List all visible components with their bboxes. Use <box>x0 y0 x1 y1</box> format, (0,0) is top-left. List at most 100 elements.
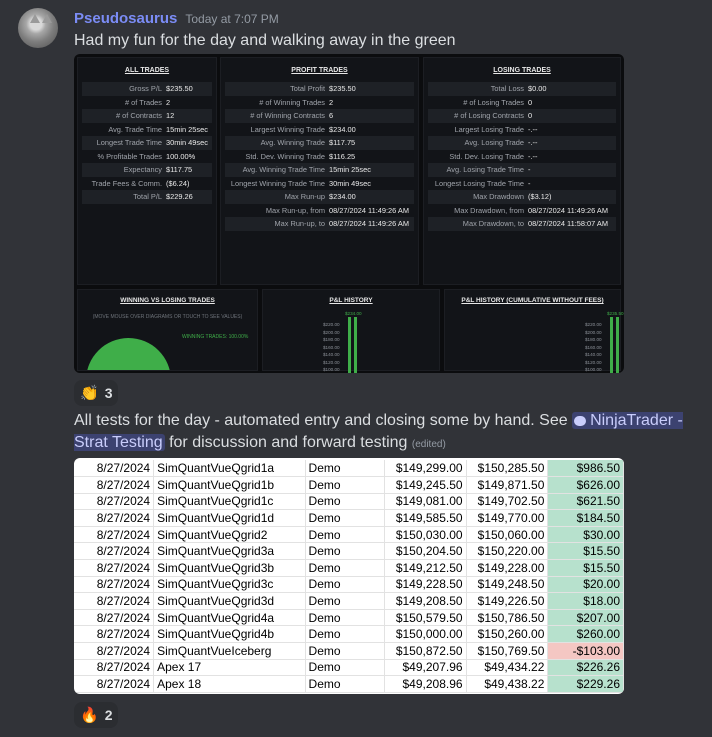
stat-row: Longest Losing Trade Time - <box>428 177 616 191</box>
chart-bar[interactable] <box>354 317 357 373</box>
stat-value: 0 <box>528 111 533 121</box>
type-cell: Demo <box>305 625 385 644</box>
start-balance-cell: $150,204.50 <box>384 542 467 561</box>
panel-title: PROFIT TRADES <box>291 67 348 74</box>
stat-row: Trade Fees & Comm. ($6.24) <box>82 177 212 191</box>
date-cell: 8/27/2024 <box>74 542 155 561</box>
stat-row: Max Drawdown ($3.12) <box>428 190 616 204</box>
pie-chart-panel: WINNING VS LOSING TRADES (MOVE MOUSE OVE… <box>77 289 258 371</box>
chart-title: P&L HISTORY <box>329 297 373 304</box>
start-balance-cell: $150,579.50 <box>384 609 467 627</box>
stat-row: Avg. Winning Trade Time 15min 25sec <box>225 163 414 177</box>
avatar[interactable] <box>18 8 58 48</box>
type-cell: Demo <box>305 476 385 494</box>
pie-label: WINNING TRADES: 100.00% <box>182 334 249 340</box>
stat-label: % Profitable Trades <box>97 151 163 161</box>
reaction-fire[interactable]: 🔥 2 <box>74 702 119 728</box>
stat-value: 30min 49sec <box>166 138 208 148</box>
stat-row: Largest Winning Trade $234.00 <box>225 123 414 137</box>
chart-bar[interactable] <box>610 317 613 373</box>
pl-cell: $184.50 <box>547 509 624 527</box>
chart-bar[interactable] <box>616 317 619 373</box>
stat-label: Total Profit <box>290 84 325 94</box>
table-row: 8/27/2024 SimQuantVueQgrid1a Demo $149,299.… <box>74 460 624 478</box>
results-spreadsheet-image[interactable]: 8/27/2024 SimQuantVueQgrid1a Demo $149,299.… <box>74 458 624 694</box>
y-tick-label: $160.00 <box>585 344 602 350</box>
pl-cell: $260.00 <box>547 625 624 644</box>
stat-row: Gross P/L $235.50 <box>82 82 212 96</box>
stat-label: Gross P/L <box>129 84 162 94</box>
type-cell: Demo <box>305 460 385 478</box>
date-cell: 8/27/2024 <box>74 509 155 527</box>
account-cell: SimQuantVueQgrid1d <box>153 509 306 527</box>
date-cell: 8/27/2024 <box>74 675 155 693</box>
reaction-count: 3 <box>104 385 113 401</box>
start-balance-cell: $150,872.50 <box>384 642 467 660</box>
type-cell: Demo <box>305 592 385 610</box>
stat-value: 2 <box>166 97 171 107</box>
stat-row: Total Profit $235.50 <box>225 82 414 96</box>
type-cell: Demo <box>305 609 385 627</box>
stat-label: Avg. Winning Trade <box>260 138 325 148</box>
stat-value: -.-- <box>528 124 538 134</box>
stat-value: $235.50 <box>329 84 356 94</box>
table-row: 8/27/2024 SimQuantVueQgrid4b Demo $150,000.… <box>74 625 624 644</box>
stat-row: # of Winning Contracts 6 <box>225 109 414 123</box>
date-cell: 8/27/2024 <box>74 559 155 577</box>
date-cell: 8/27/2024 <box>74 476 155 494</box>
stat-value: -.-- <box>528 138 538 148</box>
end-balance-cell: $150,060.00 <box>466 526 549 544</box>
stat-row: # of Losing Trades 0 <box>428 96 616 110</box>
pie-slice-winning[interactable] <box>86 338 171 370</box>
account-cell: SimQuantVueQgrid1a <box>153 460 306 478</box>
start-balance-cell: $150,030.00 <box>384 526 467 544</box>
stat-value: ($6.24) <box>166 178 190 188</box>
stat-row: Std. Dev. Losing Trade -.-- <box>428 150 616 164</box>
stat-label: # of Losing Contracts <box>454 111 524 121</box>
clap-icon: 👏 <box>80 385 99 402</box>
end-balance-cell: $149,226.50 <box>466 592 549 610</box>
account-cell: SimQuantVueQgrid2 <box>153 526 306 544</box>
username[interactable]: Pseudosaurus <box>74 10 177 27</box>
stat-label: # of Losing Trades <box>463 97 524 107</box>
stat-label: Avg. Losing Trade Time <box>446 165 524 175</box>
y-tick-label: $100.00 <box>585 367 602 372</box>
y-tick-label: $160.00 <box>323 344 340 350</box>
stat-label: # of Winning Contracts <box>250 111 325 121</box>
chart-subtitle: (MOVE MOUSE OVER DIAGRAMS OR TOUCH TO SE… <box>92 314 243 320</box>
type-cell: Demo <box>305 642 385 660</box>
stat-row: Max Run-up $234.00 <box>225 190 414 204</box>
type-cell: Demo <box>305 509 385 527</box>
stat-row: Avg. Losing Trade Time - <box>428 163 616 177</box>
stat-value: -.-- <box>528 151 538 161</box>
start-balance-cell: $149,212.50 <box>384 559 467 577</box>
stat-value: ($3.12) <box>528 192 552 202</box>
date-cell: 8/27/2024 <box>74 609 155 627</box>
account-cell: SimQuantVueQgrid1b <box>153 476 306 494</box>
avatar-ear-left <box>30 14 40 23</box>
date-cell: 8/27/2024 <box>74 642 155 660</box>
start-balance-cell: $149,081.00 <box>384 493 467 511</box>
stat-value: $0.00 <box>528 84 547 94</box>
stat-row: Expectancy $117.75 <box>82 163 212 177</box>
reaction-clap[interactable]: 👏 3 <box>74 380 119 406</box>
stat-value: $116.25 <box>329 151 356 161</box>
table-row: 8/27/2024 Apex 18 Demo $49,208.96 $49,438.22… <box>74 675 624 693</box>
chart-bar[interactable] <box>348 317 351 373</box>
start-balance-cell: $149,208.50 <box>384 592 467 610</box>
start-balance-cell: $149,228.50 <box>384 576 467 594</box>
account-cell: SimQuantVueIceberg <box>153 642 306 660</box>
pl-cell: $229.26 <box>547 675 624 693</box>
date-cell: 8/27/2024 <box>74 625 155 644</box>
stat-label: Largest Winning Trade <box>250 124 325 134</box>
stat-value: $234.00 <box>329 124 356 134</box>
stat-value: 100.00% <box>166 151 196 161</box>
table-row: 8/27/2024 SimQuantVueIceberg Demo $150,872.… <box>74 642 624 660</box>
y-tick-label: $180.00 <box>323 337 340 342</box>
trade-stats-image[interactable]: ALL TRADES Gross P/L $235.50 # of Trades 2 #… <box>74 54 624 373</box>
end-balance-cell: $49,434.22 <box>466 659 549 677</box>
account-cell: SimQuantVueQgrid3a <box>153 542 306 561</box>
stat-value: - <box>528 178 531 188</box>
stat-label: Longest Losing Trade Time <box>434 178 524 188</box>
table-row: 8/27/2024 SimQuantVueQgrid3d Demo $149,208.… <box>74 592 624 610</box>
